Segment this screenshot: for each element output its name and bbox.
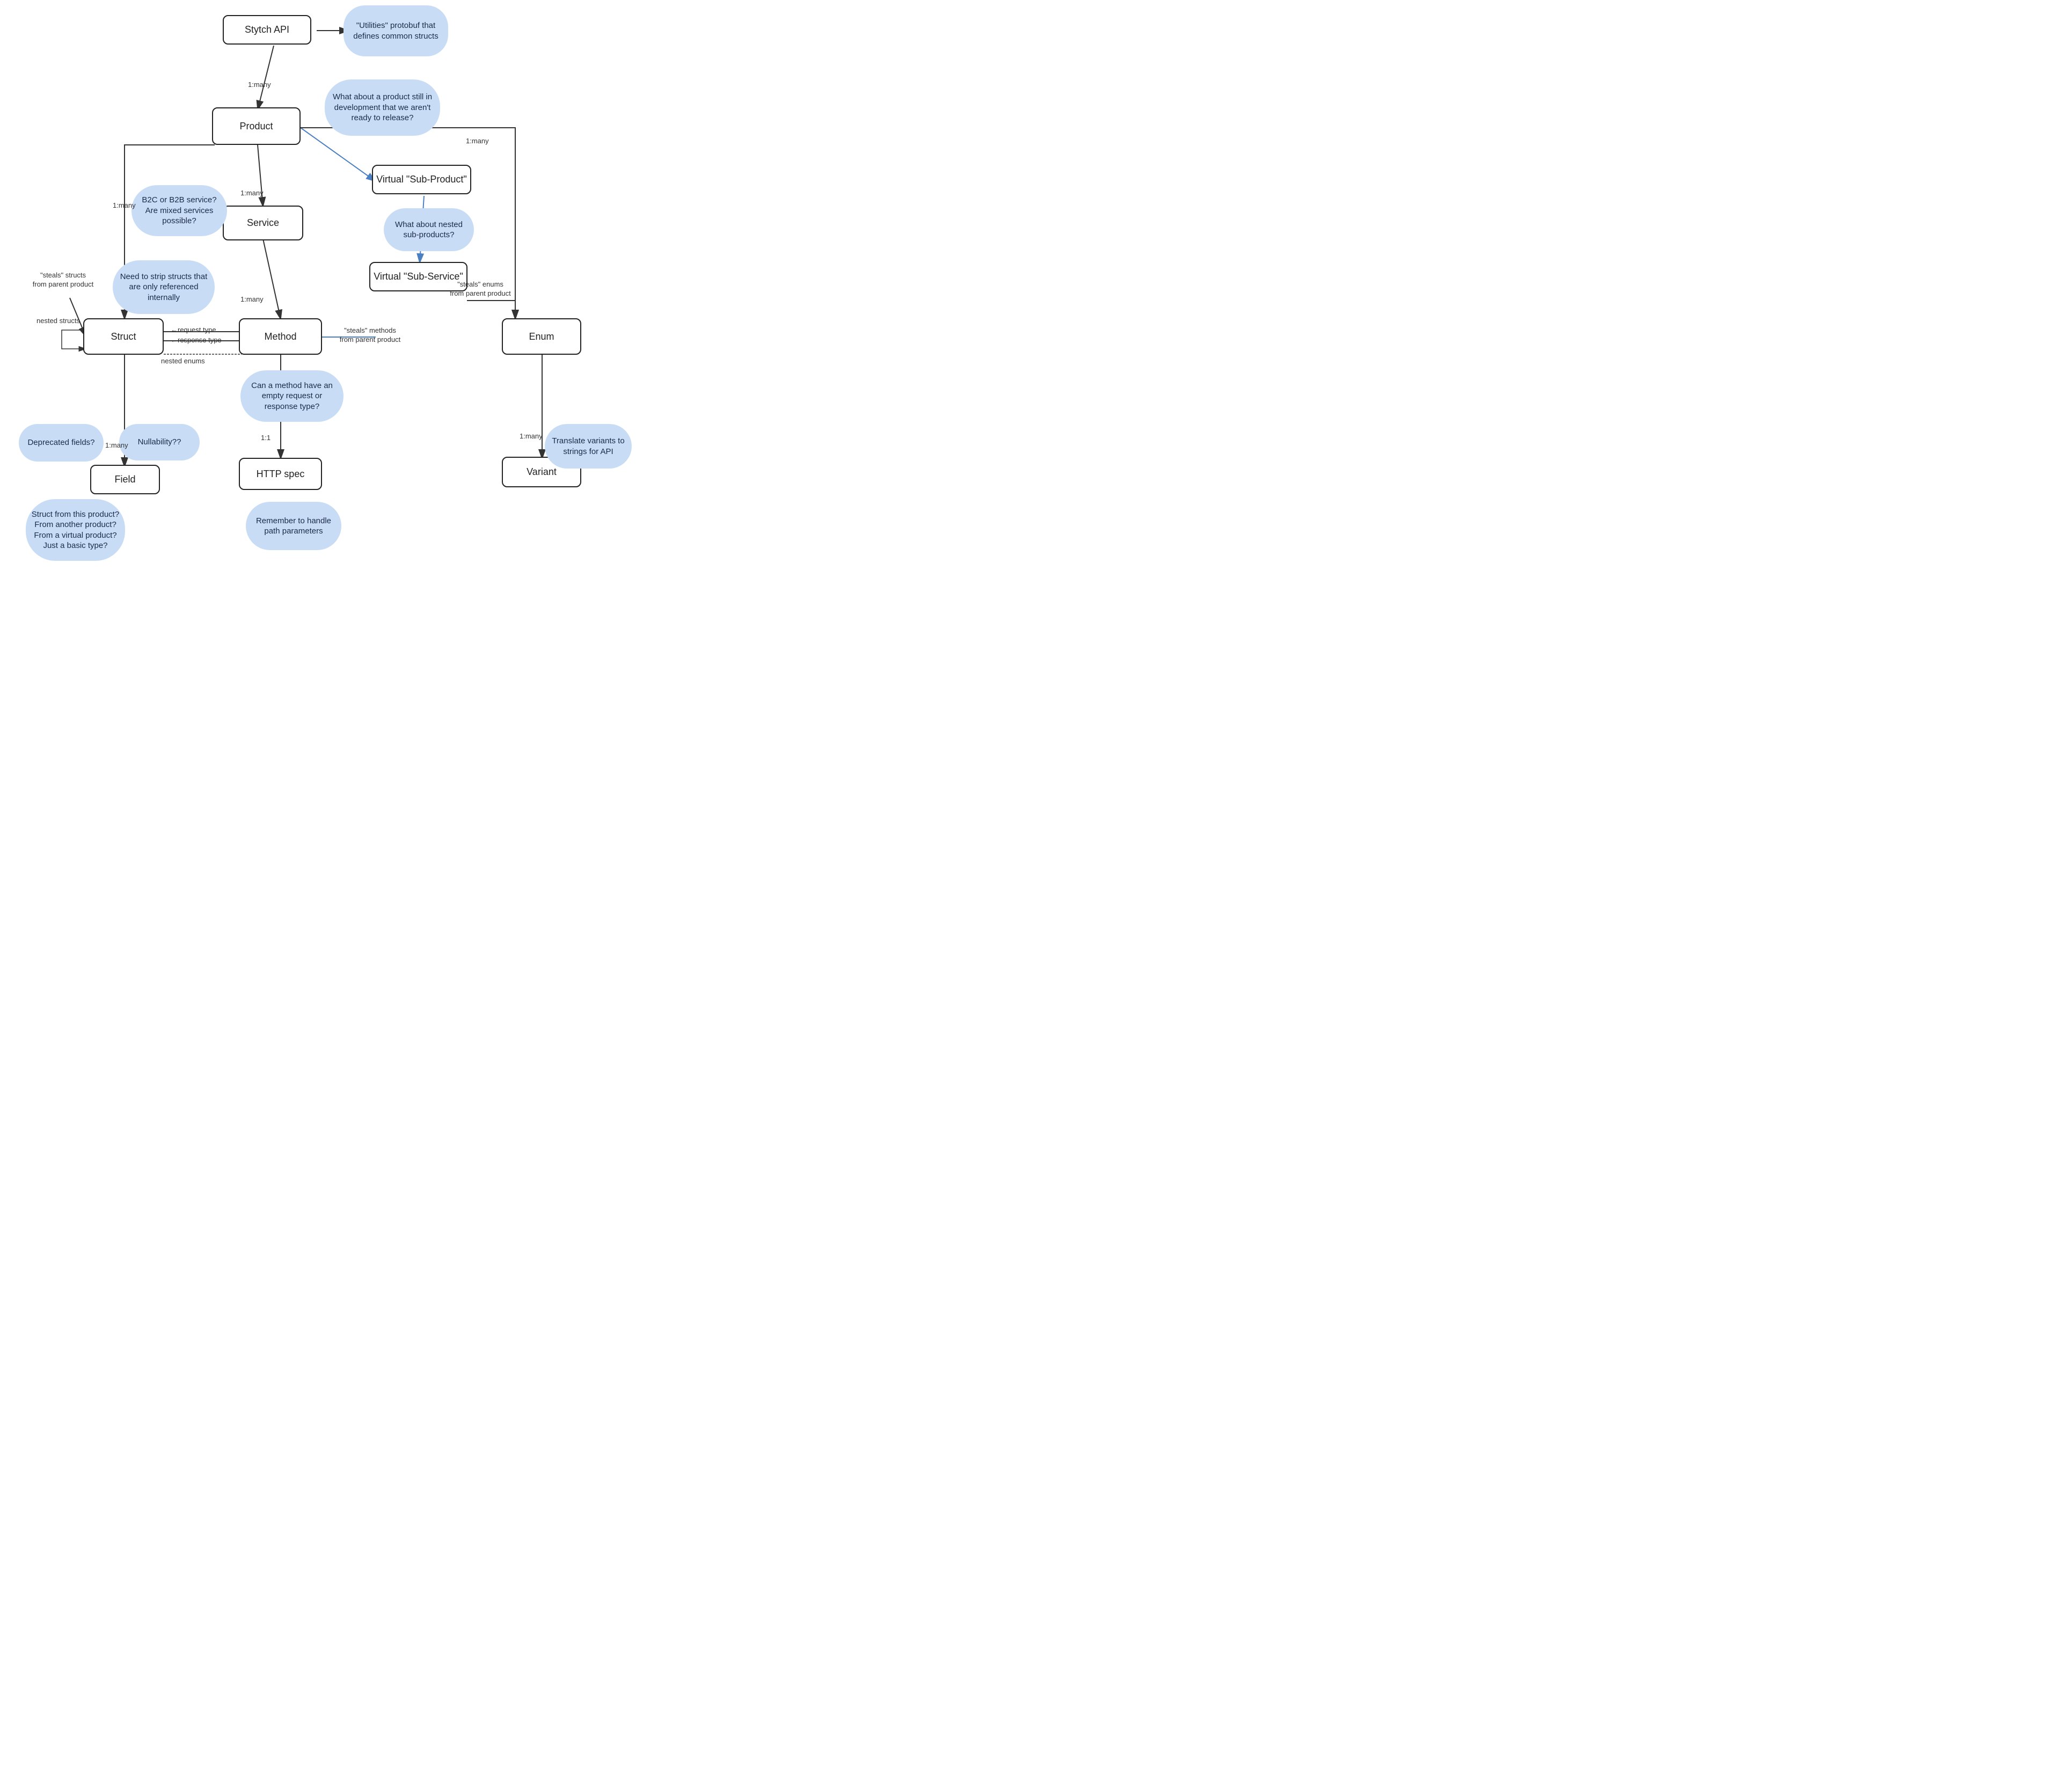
- translate-variants-cloud: Translate variants to strings for API: [545, 424, 632, 469]
- label-1many-product-struct: 1:many: [113, 201, 136, 210]
- b2c-b2b-cloud: B2C or B2B service? Are mixed services p…: [131, 185, 227, 236]
- label-11-method-http: 1:1: [261, 434, 271, 443]
- product-question-cloud: What about a product still in developmen…: [325, 79, 440, 136]
- label-1many-struct-field: 1:many: [105, 441, 128, 450]
- deprecated-fields-cloud: Deprecated fields?: [19, 424, 104, 462]
- label-steals-methods: "steals" methodsfrom parent product: [328, 326, 412, 345]
- enum-node: Enum: [502, 318, 581, 355]
- struct-type-question-cloud: Struct from this product? From another p…: [26, 499, 125, 561]
- utilities-cloud: "Utilities" protobuf that defines common…: [344, 5, 448, 56]
- struct-node: Struct: [83, 318, 164, 355]
- diagram-container: Stytch API Product Virtual "Sub-Product"…: [0, 0, 644, 564]
- label-1many-product-service: 1:many: [240, 189, 264, 198]
- label-1many-service-method: 1:many: [240, 295, 264, 304]
- label-nested-enums: nested enums: [161, 357, 205, 366]
- service-node: Service: [223, 206, 303, 240]
- method-node: Method: [239, 318, 322, 355]
- strip-structs-cloud: Need to strip structs that are only refe…: [113, 260, 215, 314]
- label-steals-structs: "steals" structsfrom parent product: [30, 271, 97, 289]
- label-1many-enum-variant: 1:many: [520, 432, 543, 441]
- stytch-api-node: Stytch API: [223, 15, 311, 45]
- label-1many-product-enum: 1:many: [466, 137, 489, 146]
- nullability-cloud: Nullability??: [119, 424, 200, 460]
- empty-request-cloud: Can a method have an empty request or re…: [240, 370, 344, 422]
- field-node: Field: [90, 465, 160, 494]
- nested-sub-products-cloud: What about nested sub-products?: [384, 208, 474, 251]
- virtual-sub-product-node: Virtual "Sub-Product": [372, 165, 471, 194]
- label-1many-api-product: 1:many: [248, 81, 271, 90]
- product-node: Product: [212, 107, 301, 145]
- label-response-type: ←response type: [171, 336, 222, 345]
- label-nested-structs: nested structs: [36, 317, 80, 326]
- remember-path-cloud: Remember to handle path parameters: [246, 502, 341, 550]
- http-spec-node: HTTP spec: [239, 458, 322, 490]
- label-request-type: ←request type: [171, 326, 216, 335]
- label-steals-enums: "steals" enumsfrom parent product: [443, 280, 518, 298]
